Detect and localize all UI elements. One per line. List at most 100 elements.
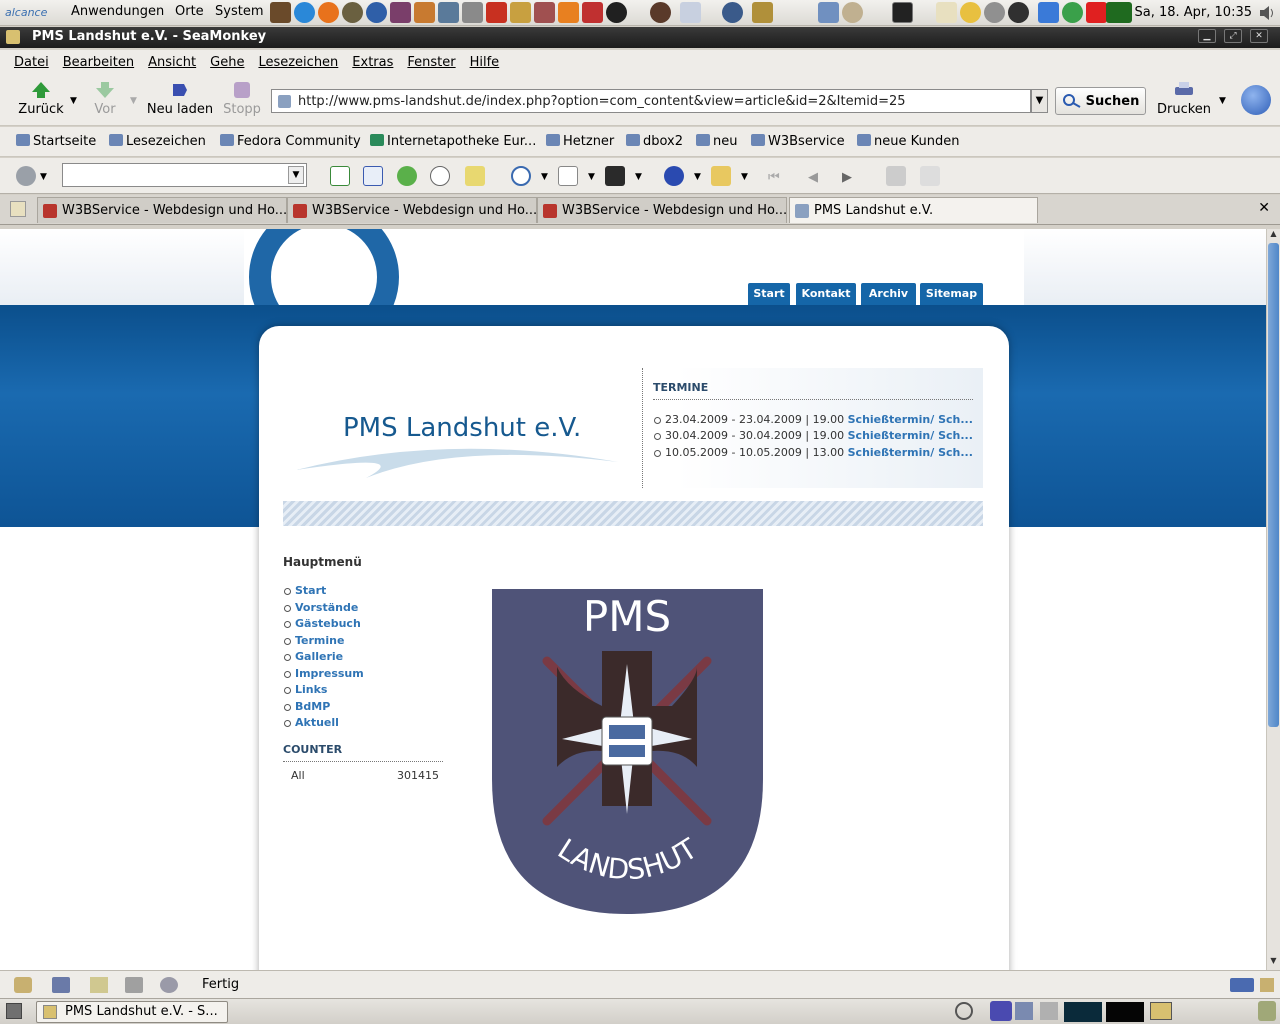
pages-icon[interactable]: [363, 166, 383, 186]
show-desktop-icon[interactable]: [6, 1003, 22, 1019]
site-title[interactable]: PMS Landshut e.V.: [343, 413, 581, 443]
bookmark-neue-kunden[interactable]: neue Kunden: [857, 134, 959, 149]
clock[interactable]: Sa, 18. Apr, 10:35: [1134, 5, 1252, 20]
clover-icon[interactable]: [397, 166, 417, 186]
addressbook-icon[interactable]: [125, 977, 143, 993]
window-menu-icon[interactable]: [6, 30, 20, 44]
launcher-icon[interactable]: [650, 2, 671, 23]
composer-icon[interactable]: [90, 977, 108, 993]
notes-icon[interactable]: [936, 2, 957, 23]
tag-dropdown-icon[interactable]: ▼: [588, 172, 595, 182]
vlc-icon[interactable]: [558, 2, 579, 23]
search-button[interactable]: Suchen: [1055, 87, 1146, 115]
launcher-icon[interactable]: [818, 2, 839, 23]
launcher-icon[interactable]: [534, 2, 555, 23]
graduation-cap-icon[interactable]: [605, 166, 625, 186]
taskbar-window-button[interactable]: PMS Landshut e.V. - S...: [36, 1001, 228, 1023]
launcher-icon[interactable]: [510, 2, 531, 23]
cap-dropdown-icon[interactable]: ▼: [635, 172, 642, 182]
highlighter-icon[interactable]: [886, 166, 906, 186]
menu-ansicht[interactable]: Ansicht: [148, 55, 196, 70]
bookmark-fedora-community[interactable]: Fedora Community: [220, 134, 361, 149]
launcher-icon[interactable]: [486, 2, 507, 23]
url-input[interactable]: http://www.pms-landshut.de/index.php?opt…: [298, 94, 906, 109]
mail-icon[interactable]: [52, 977, 70, 993]
termin-link[interactable]: Schießtermin/ Sch...: [848, 429, 973, 442]
zoom-dropdown-icon[interactable]: ▼: [541, 172, 548, 182]
globe-icon[interactable]: [722, 2, 743, 23]
nav-archiv[interactable]: Archiv: [861, 283, 916, 305]
menu-link-impressum[interactable]: Impressum: [284, 667, 364, 680]
applet-icon[interactable]: [1008, 2, 1029, 23]
launcher-icon[interactable]: [606, 2, 627, 23]
minimize-icon[interactable]: ▁: [1198, 29, 1216, 43]
toolbar-search-input[interactable]: ▼: [62, 163, 307, 187]
launcher-icon[interactable]: [390, 2, 411, 23]
tab-pms-landshut[interactable]: PMS Landshut e.V.: [789, 197, 1038, 223]
launcher-icon[interactable]: [414, 2, 435, 23]
bookmark-internetapotheke[interactable]: Internetapotheke Eur...: [370, 134, 536, 149]
back-dropdown-icon[interactable]: ▼: [70, 96, 77, 106]
folder-open-icon[interactable]: [711, 166, 731, 186]
applet-icon[interactable]: [1062, 2, 1083, 23]
reload-button[interactable]: Neu laden: [146, 80, 214, 117]
chat-icon[interactable]: [160, 977, 178, 993]
book-icon[interactable]: [465, 166, 485, 186]
menu-link-gaestebuch[interactable]: Gästebuch: [284, 617, 361, 630]
info-dropdown-icon[interactable]: ▼: [694, 172, 701, 182]
termin-link[interactable]: Schießtermin/ Sch...: [848, 413, 973, 426]
skype-icon[interactable]: [294, 2, 315, 23]
scroll-down-icon[interactable]: ▼: [1267, 956, 1280, 970]
stop-button[interactable]: Stopp: [222, 80, 262, 117]
print-button[interactable]: Drucken: [1155, 80, 1213, 117]
google-icon[interactable]: [330, 166, 350, 186]
previous-icon[interactable]: ◀: [808, 170, 818, 185]
nav-kontakt[interactable]: Kontakt: [796, 283, 856, 305]
url-bar[interactable]: http://www.pms-landshut.de/index.php?opt…: [271, 89, 1031, 113]
applet-icon[interactable]: [984, 2, 1005, 23]
seamonkey-tray-icon[interactable]: [1150, 1002, 1172, 1020]
vertical-scrollbar[interactable]: ▲ ▼: [1266, 229, 1280, 970]
close-tab-icon[interactable]: ✕: [1258, 200, 1270, 216]
tab-w3bservice-1[interactable]: W3BService - Webdesign und Ho...: [37, 197, 287, 223]
url-dropdown-icon[interactable]: ▼: [1031, 89, 1048, 113]
nav-sitemap[interactable]: Sitemap: [920, 283, 983, 305]
applet-icon[interactable]: [1040, 1002, 1058, 1020]
menu-link-aktuell[interactable]: Aktuell: [284, 716, 339, 729]
launcher-icon[interactable]: [582, 2, 603, 23]
launcher-icon[interactable]: [752, 2, 773, 23]
bookmark-w3bservice[interactable]: W3Bservice: [751, 134, 845, 149]
bookmark-startseite[interactable]: Startseite: [16, 134, 96, 149]
scroll-up-icon[interactable]: ▲: [1267, 229, 1280, 243]
forward-dropdown-icon[interactable]: ▼: [130, 96, 137, 106]
applet-icon[interactable]: [960, 2, 981, 23]
bookmark-hetzner[interactable]: Hetzner: [546, 134, 614, 149]
menu-bearbeiten[interactable]: Bearbeiten: [63, 55, 134, 70]
menu-extras[interactable]: Extras: [352, 55, 393, 70]
maximize-icon[interactable]: ⤢: [1224, 29, 1242, 43]
download-icon[interactable]: [990, 1001, 1012, 1021]
seamonkey-throbber-icon[interactable]: [1241, 85, 1271, 115]
info-icon[interactable]: [664, 166, 684, 186]
search-engine-dropdown-icon[interactable]: ▼: [40, 172, 47, 182]
next-icon[interactable]: ▶: [842, 170, 852, 185]
volume-icon[interactable]: [1258, 4, 1276, 22]
applet-icon[interactable]: [1038, 2, 1059, 23]
launcher-icon[interactable]: [842, 2, 863, 23]
first-page-icon[interactable]: ⏮: [768, 170, 780, 185]
close-icon[interactable]: ✕: [1250, 29, 1268, 43]
menu-gehe[interactable]: Gehe: [210, 55, 244, 70]
launcher-icon[interactable]: [438, 2, 459, 23]
tab-w3bservice-2[interactable]: W3BService - Webdesign und Ho...: [287, 197, 537, 223]
launcher-icon[interactable]: [462, 2, 483, 23]
launcher-icon[interactable]: [342, 2, 363, 23]
applications-menu[interactable]: Anwendungen: [71, 4, 164, 19]
seamonkey-icon[interactable]: [366, 2, 387, 23]
new-tab-icon[interactable]: [10, 201, 26, 217]
print-dropdown-icon[interactable]: ▼: [1219, 96, 1226, 106]
speech-bubble-icon[interactable]: [430, 166, 450, 186]
tag-icon[interactable]: [558, 166, 578, 186]
menu-link-termine[interactable]: Termine: [283, 634, 344, 647]
applet-icon[interactable]: [1086, 2, 1107, 23]
launcher-icon[interactable]: [680, 2, 701, 23]
